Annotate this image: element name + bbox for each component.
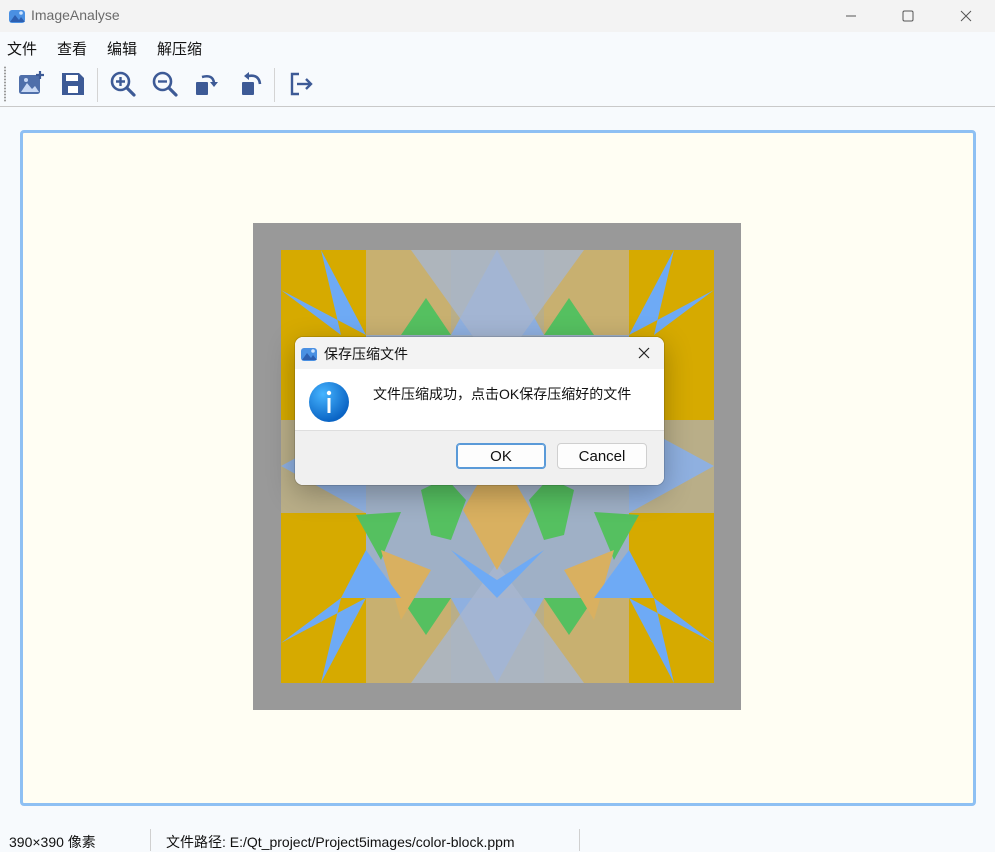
image-size-label: 390×390 像素 [9,834,96,850]
open-image-button[interactable] [15,68,47,100]
dialog-footer: OK Cancel [295,430,664,485]
exit-icon [290,72,313,96]
save-button[interactable] [57,68,89,100]
window-title: ImageAnalyse [31,7,120,23]
save-dialog: 保存压缩文件 文件压缩成功，点击OK保存压缩好的文件 OK Cancel [295,337,664,485]
dialog-close-button[interactable] [628,337,660,369]
cancel-button[interactable]: Cancel [557,443,647,469]
minimize-icon [846,15,856,17]
toolbar [0,62,995,107]
app-icon [9,10,25,23]
menu-bar: 文件 查看 编辑 解压缩 [0,34,995,60]
exit-button[interactable] [285,68,317,100]
toolbar-grip[interactable] [4,66,6,102]
close-icon [638,347,650,359]
file-path-label: 文件路径: E:/Qt_project/Project5images/color… [166,834,515,850]
rotate-left-button[interactable] [233,68,265,100]
maximize-icon [902,10,914,22]
status-separator [579,829,580,851]
minimize-button[interactable] [828,0,874,32]
app-icon [301,348,317,361]
zoom-out-icon [152,71,178,97]
menu-view[interactable]: 查看 [57,38,87,59]
status-bar: 390×390 像素 文件路径: E:/Qt_project/Project5i… [0,826,995,851]
dialog-body: 文件压缩成功，点击OK保存压缩好的文件 [295,369,664,430]
rotate-left-icon [242,72,262,95]
menu-decompress[interactable]: 解压缩 [157,38,202,59]
close-button[interactable] [943,0,989,32]
toolbar-separator [274,68,275,102]
maximize-button[interactable] [885,0,931,32]
zoom-in-icon [110,71,136,97]
dialog-title: 保存压缩文件 [324,346,408,362]
open-image-icon [19,71,44,94]
toolbar-separator [97,68,98,102]
ok-button[interactable]: OK [456,443,546,469]
title-bar: ImageAnalyse [0,0,995,32]
menu-edit[interactable]: 编辑 [107,38,137,59]
rotate-right-icon [196,74,218,95]
close-icon [960,10,972,22]
menu-file[interactable]: 文件 [7,38,37,59]
status-separator [150,829,151,851]
zoom-in-button[interactable] [107,68,139,100]
dialog-title-bar: 保存压缩文件 [295,337,664,369]
dialog-message: 文件压缩成功，点击OK保存压缩好的文件 [373,386,632,402]
zoom-out-button[interactable] [149,68,181,100]
rotate-right-button[interactable] [191,68,223,100]
save-icon [62,73,84,95]
info-icon [309,382,349,422]
